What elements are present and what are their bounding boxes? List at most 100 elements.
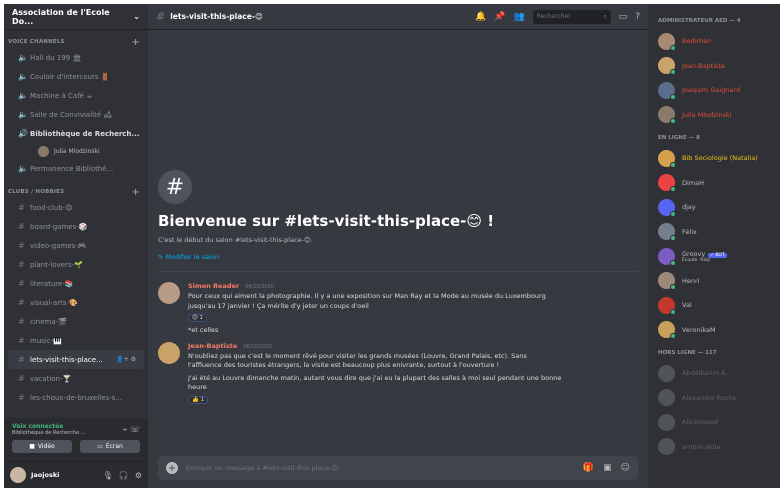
headphones-icon[interactable]: 🎧	[119, 471, 129, 480]
hash-icon: #	[18, 317, 25, 326]
screen-share-button[interactable]: ▭ Écran	[80, 440, 140, 453]
speaker-icon: 🔈	[18, 110, 28, 119]
message-text: Pour ceux qui aiment la photographie. Il…	[188, 292, 546, 310]
member-item[interactable]: Alicemeoof	[658, 410, 772, 435]
member-item[interactable]: Bib Sociologie (Natalia)	[658, 146, 772, 171]
server-name: Association de l'Ecole Do...	[12, 7, 110, 26]
search-icon: ⌕	[603, 12, 607, 20]
disconnect-icon[interactable]: ☏	[130, 425, 140, 434]
pin-icon[interactable]: 📌	[494, 12, 505, 22]
noise-suppression-icon[interactable]: ⌁	[123, 425, 128, 434]
member-item[interactable]: Julia Mlodzinski	[658, 103, 772, 128]
member-item[interactable]: Val	[658, 293, 772, 318]
member-item[interactable]: DimaH	[658, 171, 772, 196]
category-clubs-hobbies[interactable]: CLUBS / HOBBIES +	[4, 186, 148, 198]
voice-location[interactable]: Bibliothèque de Recherche ...	[12, 430, 86, 436]
avatar	[658, 247, 676, 266]
category-voice-channels[interactable]: VOICE CHANNELS +	[4, 36, 148, 48]
member-item[interactable]: ambre akila	[658, 435, 772, 460]
gif-icon[interactable]: ▣	[603, 463, 612, 473]
speaker-icon: 🔈	[18, 164, 28, 173]
welcome-subtitle: C'est le début du salon #lets-visit-this…	[158, 236, 313, 244]
member-item[interactable]: djay	[658, 195, 772, 220]
search-input[interactable]: Rechercher ⌕	[532, 9, 611, 24]
video-button[interactable]: ■ Vidéo	[12, 440, 72, 453]
inbox-icon[interactable]: ▭	[619, 12, 628, 22]
user-name[interactable]: Jaojoski	[31, 471, 59, 479]
member-item[interactable]: Abdelkarim A.	[658, 361, 772, 386]
message-text: *et celles	[188, 326, 219, 334]
voice-user-name: Julia Mlodzinski	[54, 147, 100, 155]
avatar	[658, 321, 676, 340]
avatar	[658, 106, 676, 125]
text-channel-music[interactable]: # music-🎹	[4, 331, 148, 350]
hash-icon: #	[156, 10, 166, 23]
voice-connected-user[interactable]: Julia Mlodzinski	[4, 143, 148, 159]
emoji-icon[interactable]: ☺	[621, 463, 630, 473]
member-item[interactable]: Alexandre Roche	[658, 386, 772, 411]
text-channel-video-games[interactable]: # video-games-🎮	[4, 236, 148, 255]
channel-label: vacation-🍸	[30, 374, 72, 383]
voice-channel-convivialite[interactable]: 🔈 Salle de Convivialité 🛋	[4, 105, 148, 124]
voice-channel-hall[interactable]: 🔈 Hall du 199 🏛	[4, 48, 148, 67]
avatar[interactable]	[158, 341, 180, 364]
member-list: ADMINISTRATEUR AED — 4 Bedirhan Jean-Bap…	[648, 4, 780, 488]
add-channel-icon[interactable]: +	[131, 187, 140, 198]
voice-channel-bibliotheque[interactable]: 🔊 Bibliothèque de Recherch...	[4, 124, 148, 143]
channel-label: visual-arts-🎨	[30, 298, 78, 307]
avatar[interactable]	[158, 282, 180, 304]
microphone-icon[interactable]: 🎙	[103, 471, 113, 480]
reaction[interactable]: 😊 1	[188, 314, 207, 322]
avatar	[658, 389, 675, 407]
help-icon[interactable]: ?	[635, 12, 640, 22]
channel-label: plant-lovers-🌱	[30, 260, 83, 269]
voice-channel-couloir[interactable]: 🔈 Couloir d'intercours 🚪	[4, 67, 148, 86]
channel-label: food-club-😋	[30, 203, 73, 212]
members-icon[interactable]: 👥	[513, 12, 524, 22]
hash-icon: #	[18, 393, 25, 402]
member-item[interactable]: Félix	[658, 220, 772, 245]
text-channel-visual-arts[interactable]: # visual-arts-🎨	[4, 293, 148, 312]
message-composer: + 🎁 ▣ ☺	[158, 456, 638, 480]
add-attachment-icon[interactable]: +	[166, 462, 178, 474]
text-channel-lets-visit[interactable]: # lets-visit-this-place... 👤+ ⚙	[8, 350, 144, 369]
message-timestamp: 06/10/2020	[243, 343, 273, 350]
avatar[interactable]	[10, 467, 26, 483]
text-channel-cinema[interactable]: # cinema-🎬	[4, 312, 148, 331]
avatar	[658, 438, 675, 456]
add-channel-icon[interactable]: +	[131, 37, 140, 48]
message-author[interactable]: Jean-Baptiste	[188, 342, 237, 350]
text-channel-literature[interactable]: # literature-📚	[4, 274, 148, 293]
member-item[interactable]: Groovy ✓ BOT Écoute -help	[658, 244, 772, 269]
gift-icon[interactable]: 🎁	[583, 463, 594, 473]
edit-channel-link[interactable]: ✎ Modifier le salon	[158, 253, 638, 261]
member-item[interactable]: Henri	[658, 269, 772, 294]
channel-label: Machine à Café ☕	[30, 91, 93, 100]
member-item[interactable]: Bedirhan	[658, 29, 772, 54]
text-channel-choux[interactable]: # les-choux-de-bruxelles-s...	[4, 388, 148, 407]
camera-icon: ■	[29, 443, 35, 450]
member-item[interactable]: Jean-Baptiste	[658, 54, 772, 79]
avatar	[658, 296, 676, 315]
text-channel-food-club[interactable]: # food-club-😋	[4, 198, 148, 217]
add-member-icon[interactable]: 👤+ ⚙	[116, 356, 136, 363]
text-channel-vacation[interactable]: # vacation-🍸	[4, 369, 148, 388]
category-label: VOICE CHANNELS	[8, 39, 65, 45]
text-channel-board-games[interactable]: # board-games-🎲	[4, 217, 148, 236]
message-author[interactable]: Simon Reader	[188, 282, 239, 290]
member-item[interactable]: Joaquim Gaignard	[658, 78, 772, 103]
chat-header: # lets-visit-this-place-😊 🔔 📌 👥 Recherch…	[148, 4, 648, 30]
text-channel-plant-lovers[interactable]: # plant-lovers-🌱	[4, 255, 148, 274]
channel-label: video-games-🎮	[30, 241, 87, 250]
member-item[interactable]: VeronikaM	[658, 318, 772, 343]
channel-label: music-🎹	[30, 336, 62, 345]
server-header[interactable]: Association de l'Ecole Do... ⌄	[4, 4, 148, 30]
speaker-icon: 🔈	[18, 53, 28, 62]
voice-channel-permanence[interactable]: 🔈 Permanence Bibliothé...	[4, 159, 148, 178]
reaction[interactable]: 👍 1	[188, 395, 209, 404]
gear-icon[interactable]: ⚙	[135, 471, 142, 480]
channel-label: Hall du 199 🏛	[30, 53, 82, 62]
voice-channel-cafe[interactable]: 🔈 Machine à Café ☕	[4, 86, 148, 105]
bell-icon[interactable]: 🔔	[475, 12, 486, 22]
message-input[interactable]	[186, 464, 583, 472]
